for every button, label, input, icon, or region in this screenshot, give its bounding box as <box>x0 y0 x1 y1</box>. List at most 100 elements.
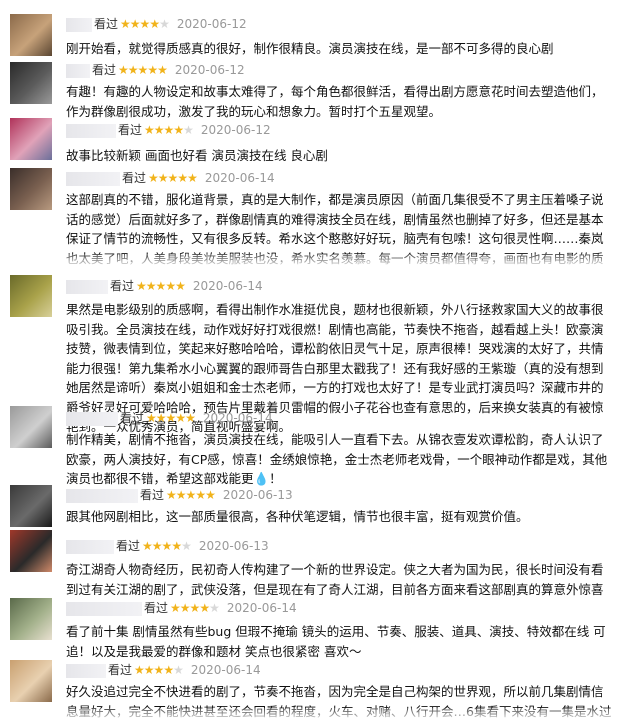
star-icon: ★ <box>118 63 129 77</box>
watched-label: 看过 <box>94 17 119 31</box>
avatar[interactable] <box>10 485 52 527</box>
star-icon: ★ <box>136 279 147 293</box>
avatar[interactable] <box>10 275 52 317</box>
star-icon: ★ <box>165 279 176 293</box>
review-text: 刚开始看，就觉得质感真的很好，制作很精良。演员演技在线，是一部不可多得的良心剧 <box>66 41 554 56</box>
star-icon: ★ <box>120 17 131 31</box>
star-icon: ★ <box>147 63 158 77</box>
watched-label: 看过 <box>118 123 143 137</box>
watched-label: 看过 <box>122 171 147 185</box>
watched-label: 看过 <box>140 488 165 502</box>
review-date: 2020-06-12 <box>176 17 247 31</box>
star-icon: ★ <box>175 411 186 425</box>
avatar[interactable] <box>10 530 52 572</box>
star-icon: ★ <box>129 17 141 31</box>
rating-stars: ★★★★★ <box>118 63 168 77</box>
star-icon: ★ <box>143 663 155 677</box>
review-date: 2020-06-12 <box>200 123 271 137</box>
star-icon: ★ <box>159 17 170 31</box>
star-icon: ★ <box>157 171 169 185</box>
review-meta: 看过 ★★★★★ 2020-06-13 <box>66 538 269 554</box>
username-redacted[interactable] <box>66 123 116 138</box>
review-text: 故事比较新颖 画面也好看 演员演技在线 良心剧 <box>66 148 328 163</box>
watched-label: 看过 <box>92 63 117 77</box>
review-meta: 看过 ★★★★★ 2020-06-14 <box>66 170 275 186</box>
rating-stars: ★★★★★ <box>142 539 192 553</box>
watched-label: 看过 <box>144 601 169 615</box>
star-icon: ★ <box>157 63 168 77</box>
review-date: 2020-06-14 <box>226 601 297 615</box>
review-text: 制作精美，剧情不拖沓，演员演技在线，能吸引人一直看下去。从锦衣壹发欢谭松韵，奇人… <box>66 432 608 486</box>
rating-stars: ★★★★★ <box>146 411 196 425</box>
star-icon: ★ <box>127 63 139 77</box>
username-redacted[interactable] <box>66 279 108 294</box>
review-date: 2020-06-12 <box>174 63 245 77</box>
star-icon: ★ <box>146 411 157 425</box>
rating-stars: ★★★★★ <box>170 601 220 615</box>
review-text: 看了前十集 剧情虽然有些bug 但瑕不掩瑜 镜头的运用、节奏、服装、道具、演技、… <box>66 624 606 659</box>
review-meta: 看过 ★★★★★ 2020-06-13 <box>66 487 293 503</box>
star-icon: ★ <box>161 539 173 553</box>
star-icon: ★ <box>139 17 151 31</box>
review-date: 2020-06-14 <box>192 279 263 293</box>
review-meta: 看过 ★★★★★ 2020-06-14 <box>66 278 263 294</box>
star-icon: ★ <box>195 488 206 502</box>
avatar[interactable] <box>10 62 52 104</box>
rating-stars: ★★★★★ <box>148 171 198 185</box>
star-icon: ★ <box>183 123 194 137</box>
username-redacted[interactable] <box>66 663 106 678</box>
review-date: 2020-06-14 <box>204 171 275 185</box>
review-meta: 看过 ★★★★★ 2020-06-14 <box>66 410 273 426</box>
star-icon: ★ <box>187 171 198 185</box>
avatar[interactable] <box>10 660 52 702</box>
star-icon: ★ <box>137 63 149 77</box>
star-icon: ★ <box>175 279 186 293</box>
watched-label: 看过 <box>116 539 141 553</box>
star-icon: ★ <box>181 539 192 553</box>
username-redacted[interactable] <box>66 63 90 78</box>
watched-label: 看过 <box>108 663 133 677</box>
star-icon: ★ <box>185 411 196 425</box>
star-icon: ★ <box>163 663 174 677</box>
username-redacted[interactable] <box>66 171 120 186</box>
avatar[interactable] <box>10 406 52 448</box>
star-icon: ★ <box>134 663 145 677</box>
text-fade-overlay <box>66 254 614 268</box>
username-redacted[interactable] <box>66 488 138 503</box>
avatar[interactable] <box>10 118 52 160</box>
review-date: 2020-06-13 <box>198 539 269 553</box>
review-meta: 看过 ★★★★★ 2020-06-14 <box>66 600 297 616</box>
star-icon: ★ <box>144 123 155 137</box>
avatar[interactable] <box>10 168 52 210</box>
star-icon: ★ <box>167 171 179 185</box>
star-icon: ★ <box>171 539 182 553</box>
star-icon: ★ <box>166 488 177 502</box>
rating-stars: ★★★★★ <box>134 663 184 677</box>
review-meta: 看过 ★★★★★ 2020-06-12 <box>66 62 245 78</box>
star-icon: ★ <box>209 601 220 615</box>
star-icon: ★ <box>153 663 165 677</box>
username-redacted[interactable] <box>66 539 114 554</box>
star-icon: ★ <box>175 488 187 502</box>
watched-label: 看过 <box>120 411 145 425</box>
username-redacted[interactable] <box>66 17 92 32</box>
star-icon: ★ <box>163 123 175 137</box>
star-icon: ★ <box>179 601 191 615</box>
star-icon: ★ <box>155 411 167 425</box>
avatar[interactable] <box>10 14 52 56</box>
username-redacted[interactable] <box>66 601 142 616</box>
star-icon: ★ <box>165 411 177 425</box>
star-icon: ★ <box>151 539 163 553</box>
star-icon: ★ <box>173 663 184 677</box>
avatar[interactable] <box>10 598 52 640</box>
rating-stars: ★★★★★ <box>144 123 194 137</box>
text-fade-overlay <box>66 708 614 722</box>
review-date: 2020-06-14 <box>202 411 273 425</box>
star-icon: ★ <box>185 488 197 502</box>
review-meta: 看过 ★★★★★ 2020-06-12 <box>66 122 271 138</box>
review-date: 2020-06-14 <box>190 663 261 677</box>
star-icon: ★ <box>199 601 210 615</box>
review-date: 2020-06-13 <box>222 488 293 502</box>
rating-stars: ★★★★★ <box>136 279 186 293</box>
username-redacted[interactable] <box>66 411 118 426</box>
